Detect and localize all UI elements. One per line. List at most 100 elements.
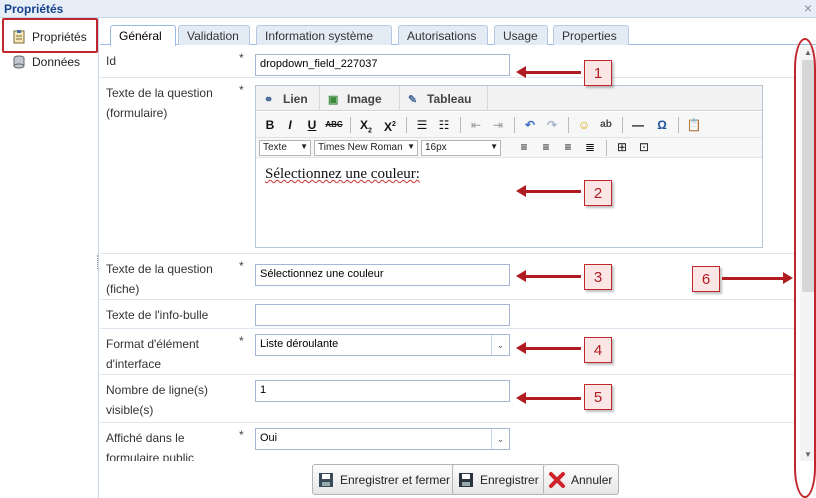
required-mark: * bbox=[239, 259, 244, 273]
editor-toolbar-style: Texte ▼ Times New Roman ▼ 16px ▼ ≡ ≡ ≡ ≣ ⊞ … bbox=[256, 138, 762, 158]
public-select-value: Oui bbox=[260, 432, 278, 444]
bullet-list-icon[interactable]: ☰ bbox=[412, 116, 432, 134]
editor-tab-table[interactable]: ✎ Tableau bbox=[400, 86, 488, 111]
font-select-value: Times New Roman bbox=[318, 142, 403, 153]
sidebar-item-data[interactable]: Données bbox=[12, 53, 80, 71]
numbered-list-icon[interactable]: ☷ bbox=[434, 116, 454, 134]
form-area: Id * dropdown_field_227037 Texte de la q… bbox=[100, 46, 795, 478]
emoticon-icon[interactable]: ☺ bbox=[574, 116, 594, 134]
align-left-icon[interactable]: ≡ bbox=[514, 138, 534, 156]
editor-content-area[interactable]: Sélectionnez une couleur: bbox=[256, 159, 762, 247]
toolbar-separator bbox=[460, 117, 461, 133]
cancel-icon bbox=[548, 471, 566, 489]
undo-icon[interactable]: ↶ bbox=[520, 116, 540, 134]
sidebar-item-label: Données bbox=[32, 55, 81, 69]
annotation-arrow-3 bbox=[516, 270, 581, 282]
visible-lines-field[interactable]: 1 bbox=[255, 380, 510, 402]
save-close-button[interactable]: Enregistrer et fermer bbox=[312, 464, 458, 495]
row-question-form: Texte de la question (formulaire) * ⚭ Lie… bbox=[100, 78, 795, 254]
window-titlebar: Propriétés × bbox=[0, 0, 816, 18]
source-code-icon[interactable]: ⊞ bbox=[612, 138, 632, 156]
editor-tab-label: Image bbox=[347, 91, 382, 106]
visible-lines-label: Nombre de ligne(s) visible(s) bbox=[106, 383, 209, 417]
tab-strip: Général Validation Information système A… bbox=[100, 18, 816, 46]
save-button[interactable]: Enregistrer bbox=[452, 464, 546, 495]
table-icon: ✎ bbox=[408, 93, 418, 106]
question-form-label: Texte de la question (formulaire) bbox=[106, 86, 213, 120]
editor-tab-image[interactable]: ▣ Image bbox=[320, 86, 400, 111]
cancel-button[interactable]: Annuler bbox=[543, 464, 620, 495]
chevron-down-icon: ▼ bbox=[300, 142, 308, 151]
row-id: Id * dropdown_field_227037 bbox=[100, 46, 795, 78]
cancel-label: Annuler bbox=[571, 472, 613, 487]
annotation-badge-2: 2 bbox=[584, 180, 612, 206]
close-icon[interactable]: × bbox=[804, 0, 812, 16]
italic-icon[interactable]: I bbox=[280, 116, 300, 134]
tab-usage[interactable]: Usage bbox=[494, 25, 548, 45]
toolbar-separator bbox=[350, 117, 351, 133]
editor-content-text: Sélectionnez une couleur: bbox=[265, 166, 420, 182]
indent-icon[interactable]: ⇥ bbox=[488, 116, 508, 134]
tab-properties[interactable]: Properties bbox=[553, 25, 629, 45]
sidebar: Propriétés Données bbox=[0, 18, 99, 498]
chevron-down-icon[interactable]: ⌄ bbox=[491, 429, 509, 449]
chevron-down-icon[interactable]: ⌄ bbox=[491, 335, 509, 355]
id-field[interactable]: dropdown_field_227037 bbox=[255, 54, 510, 76]
question-fiche-field[interactable]: Sélectionnez une couleur bbox=[255, 264, 510, 286]
highlight-box-properties bbox=[2, 18, 98, 53]
tab-validation[interactable]: Validation bbox=[178, 25, 250, 45]
tab-general[interactable]: Général bbox=[110, 25, 176, 46]
format-select-field[interactable]: Liste déroulante ⌄ bbox=[255, 334, 510, 356]
outdent-icon[interactable]: ⇤ bbox=[466, 116, 486, 134]
chevron-down-icon: ▼ bbox=[407, 142, 415, 151]
align-right-icon[interactable]: ≡ bbox=[558, 138, 578, 156]
font-size-select[interactable]: 16px ▼ bbox=[421, 140, 501, 156]
align-justify-icon[interactable]: ≣ bbox=[580, 138, 600, 156]
align-center-icon[interactable]: ≡ bbox=[536, 138, 556, 156]
special-char-icon[interactable]: Ω bbox=[652, 116, 672, 134]
toolbar-separator bbox=[622, 117, 623, 133]
toolbar-separator bbox=[514, 117, 515, 133]
fullscreen-icon[interactable]: ⊡ bbox=[634, 138, 654, 156]
editor-tab-label: Tableau bbox=[427, 91, 472, 106]
window-title: Propriétés bbox=[4, 2, 64, 16]
editor-tab-link[interactable]: ⚭ Lien bbox=[256, 86, 320, 111]
bold-icon[interactable]: B bbox=[260, 116, 280, 134]
annotation-arrow-2 bbox=[516, 185, 581, 197]
strikethrough-icon[interactable]: ABC bbox=[324, 116, 344, 134]
size-select-value: 16px bbox=[425, 142, 447, 153]
tooltip-field[interactable] bbox=[255, 304, 510, 326]
rich-text-editor: ⚭ Lien ▣ Image ✎ Tableau B I U ABC X2 X2 ☰ … bbox=[255, 85, 763, 248]
highlight-ellipse-scrollbar bbox=[794, 38, 816, 498]
superscript-icon[interactable]: X2 bbox=[380, 116, 400, 134]
save-icon bbox=[457, 471, 475, 489]
horizontal-rule-icon[interactable]: — bbox=[628, 116, 648, 134]
required-mark: * bbox=[239, 51, 244, 65]
underline-icon[interactable]: U bbox=[302, 116, 322, 134]
public-select-field[interactable]: Oui ⌄ bbox=[255, 428, 510, 450]
tab-authorizations[interactable]: Autorisations bbox=[398, 25, 488, 45]
subscript-icon[interactable]: X2 bbox=[356, 116, 376, 134]
question-fiche-label: Texte de la question (fiche) bbox=[106, 262, 213, 296]
tab-system-info[interactable]: Information système bbox=[256, 25, 392, 45]
tooltip-label: Texte de l'info-bulle bbox=[106, 308, 209, 322]
save-close-icon bbox=[317, 471, 335, 489]
spellcheck-icon[interactable]: ab bbox=[596, 116, 616, 134]
paste-icon[interactable]: 📋 bbox=[684, 116, 704, 134]
font-family-select[interactable]: Times New Roman ▼ bbox=[314, 140, 418, 156]
format-select[interactable]: Texte ▼ bbox=[259, 140, 311, 156]
database-icon bbox=[12, 55, 26, 69]
toolbar-separator bbox=[678, 117, 679, 133]
annotation-arrow-1 bbox=[516, 66, 581, 78]
row-format: Format d'élément d'interface * Liste dér… bbox=[100, 329, 795, 375]
required-mark: * bbox=[239, 428, 244, 442]
image-icon: ▣ bbox=[328, 93, 339, 106]
format-label: Format d'élément d'interface bbox=[106, 337, 199, 371]
save-label: Enregistrer bbox=[480, 472, 539, 487]
annotation-badge-1: 1 bbox=[584, 60, 612, 86]
row-tooltip: Texte de l'info-bulle bbox=[100, 300, 795, 329]
link-icon: ⚭ bbox=[264, 93, 274, 106]
main-panel: Général Validation Information système A… bbox=[100, 18, 816, 498]
redo-icon[interactable]: ↷ bbox=[542, 116, 562, 134]
editor-tab-label: Lien bbox=[283, 91, 308, 106]
